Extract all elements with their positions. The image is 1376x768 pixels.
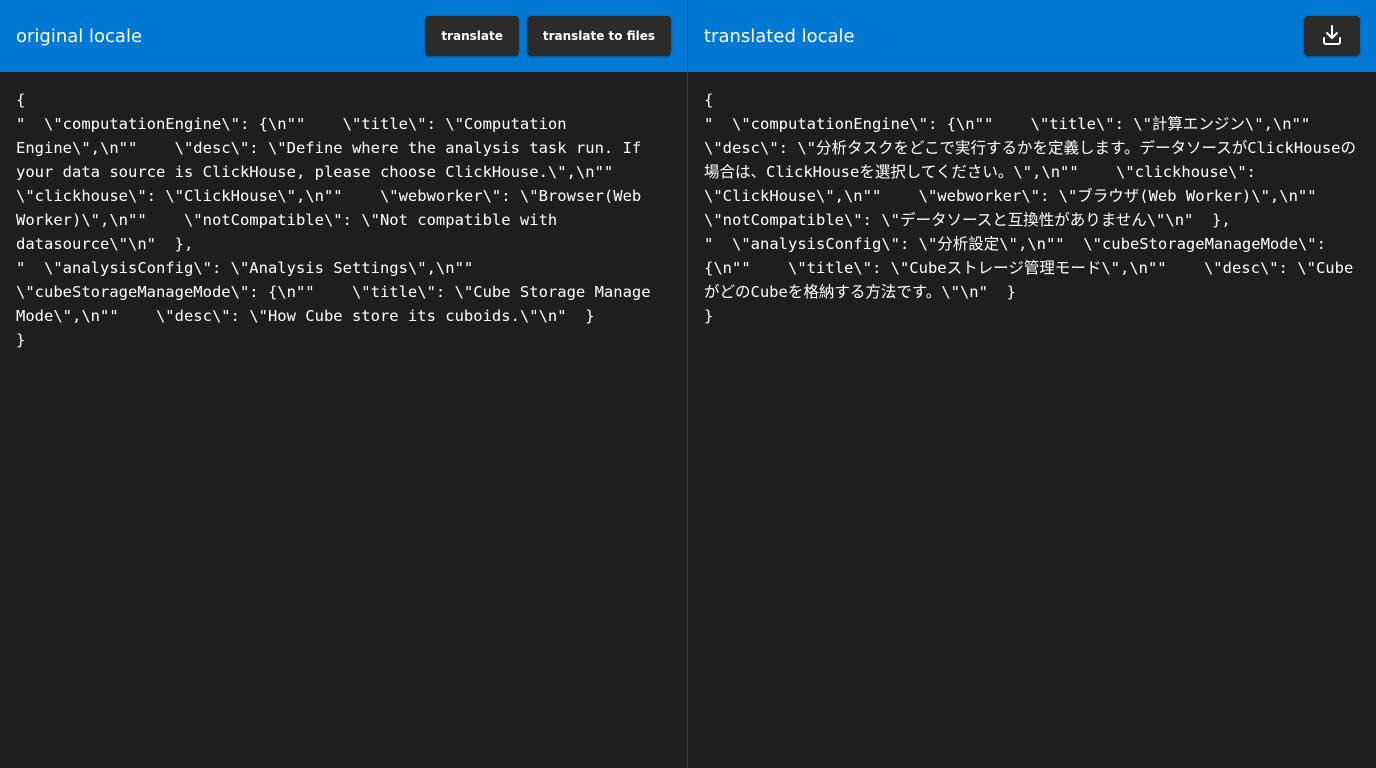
app: original locale translate translate to f… xyxy=(0,0,1376,768)
translated-locale-pane: translated locale { " \"computationEngin… xyxy=(688,0,1376,768)
original-locale-actions: translate translate to files xyxy=(425,16,671,56)
original-locale-header: original locale translate translate to f… xyxy=(0,0,687,72)
original-locale-editor[interactable]: { " \"computationEngine\": {\n"" \"title… xyxy=(0,72,687,768)
translated-locale-header: translated locale xyxy=(688,0,1376,72)
translate-to-files-button[interactable]: translate to files xyxy=(526,16,671,56)
original-locale-pane: original locale translate translate to f… xyxy=(0,0,688,768)
download-button[interactable] xyxy=(1304,16,1360,56)
download-icon xyxy=(1320,23,1344,50)
translated-locale-title: translated locale xyxy=(704,25,855,47)
translated-locale-viewer: { " \"computationEngine\": {\n"" \"title… xyxy=(704,91,1357,325)
translate-button[interactable]: translate xyxy=(425,16,519,56)
translated-locale-actions xyxy=(1304,16,1360,56)
original-locale-title: original locale xyxy=(16,25,143,47)
